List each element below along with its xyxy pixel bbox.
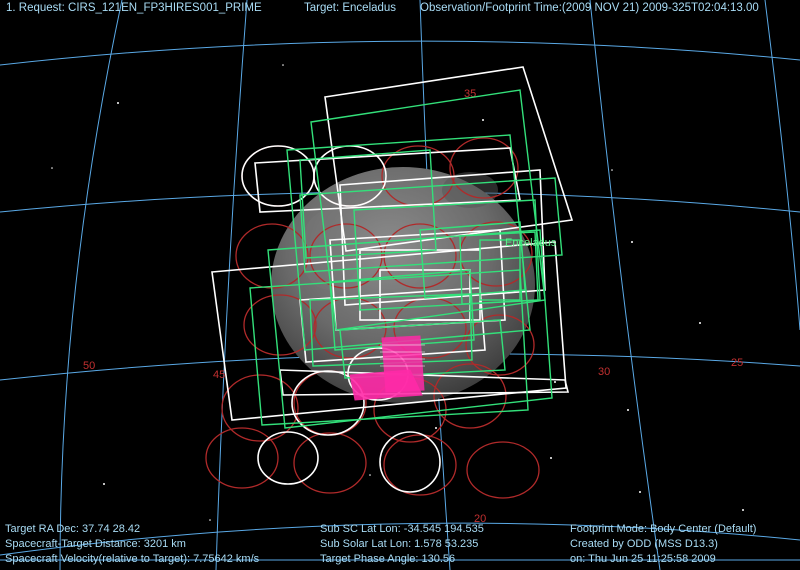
ra-label-50: 50 bbox=[83, 360, 95, 372]
footprint-mode: Footprint Mode: Body Center (Default) bbox=[570, 523, 757, 535]
sc-target-distance: Spacecraft-Target Distance: 3201 km bbox=[5, 538, 186, 550]
target-phase-angle: Target Phase Angle: 130.56 bbox=[320, 553, 456, 565]
sc-velocity: Spacecraft Velocity(relative to Target):… bbox=[5, 553, 260, 565]
target-body-label: Enceladus bbox=[505, 237, 557, 249]
footprint-plot: 35 20 50 45 30 25 Enceladus bbox=[0, 0, 800, 570]
sub-sc-lat-lon: Sub SC Lat Lon: -34.545 194.535 bbox=[320, 523, 484, 535]
created-on: on: Thu Jun 25 11:25:58 2009 bbox=[570, 553, 716, 565]
geometry-info-panel: Sub SC Lat Lon: -34.545 194.535 Sub Sola… bbox=[320, 522, 484, 567]
ra-label-30: 30 bbox=[598, 366, 610, 378]
ra-label-25: 25 bbox=[731, 357, 743, 369]
request-title: 1. Request: CIRS_121EN_FP3HIRES001_PRIME bbox=[6, 2, 262, 14]
target-info-panel: Target RA Dec: 37.74 28.42 Spacecraft-Ta… bbox=[5, 522, 259, 567]
sub-solar-lat-lon: Sub Solar Lat Lon: 1.578 53.235 bbox=[320, 538, 479, 550]
mode-info-panel: Footprint Mode: Body Center (Default) Cr… bbox=[570, 522, 756, 567]
target-title: Target: Enceladus bbox=[304, 2, 397, 14]
created-by: Created by ODD (MSS D13.3) bbox=[570, 538, 718, 550]
observation-time: Observation/Footprint Time:(2009 NOV 21)… bbox=[420, 2, 759, 14]
ra-label-45: 45 bbox=[213, 369, 225, 381]
target-ra-dec: Target RA Dec: 37.74 28.42 bbox=[5, 523, 141, 535]
